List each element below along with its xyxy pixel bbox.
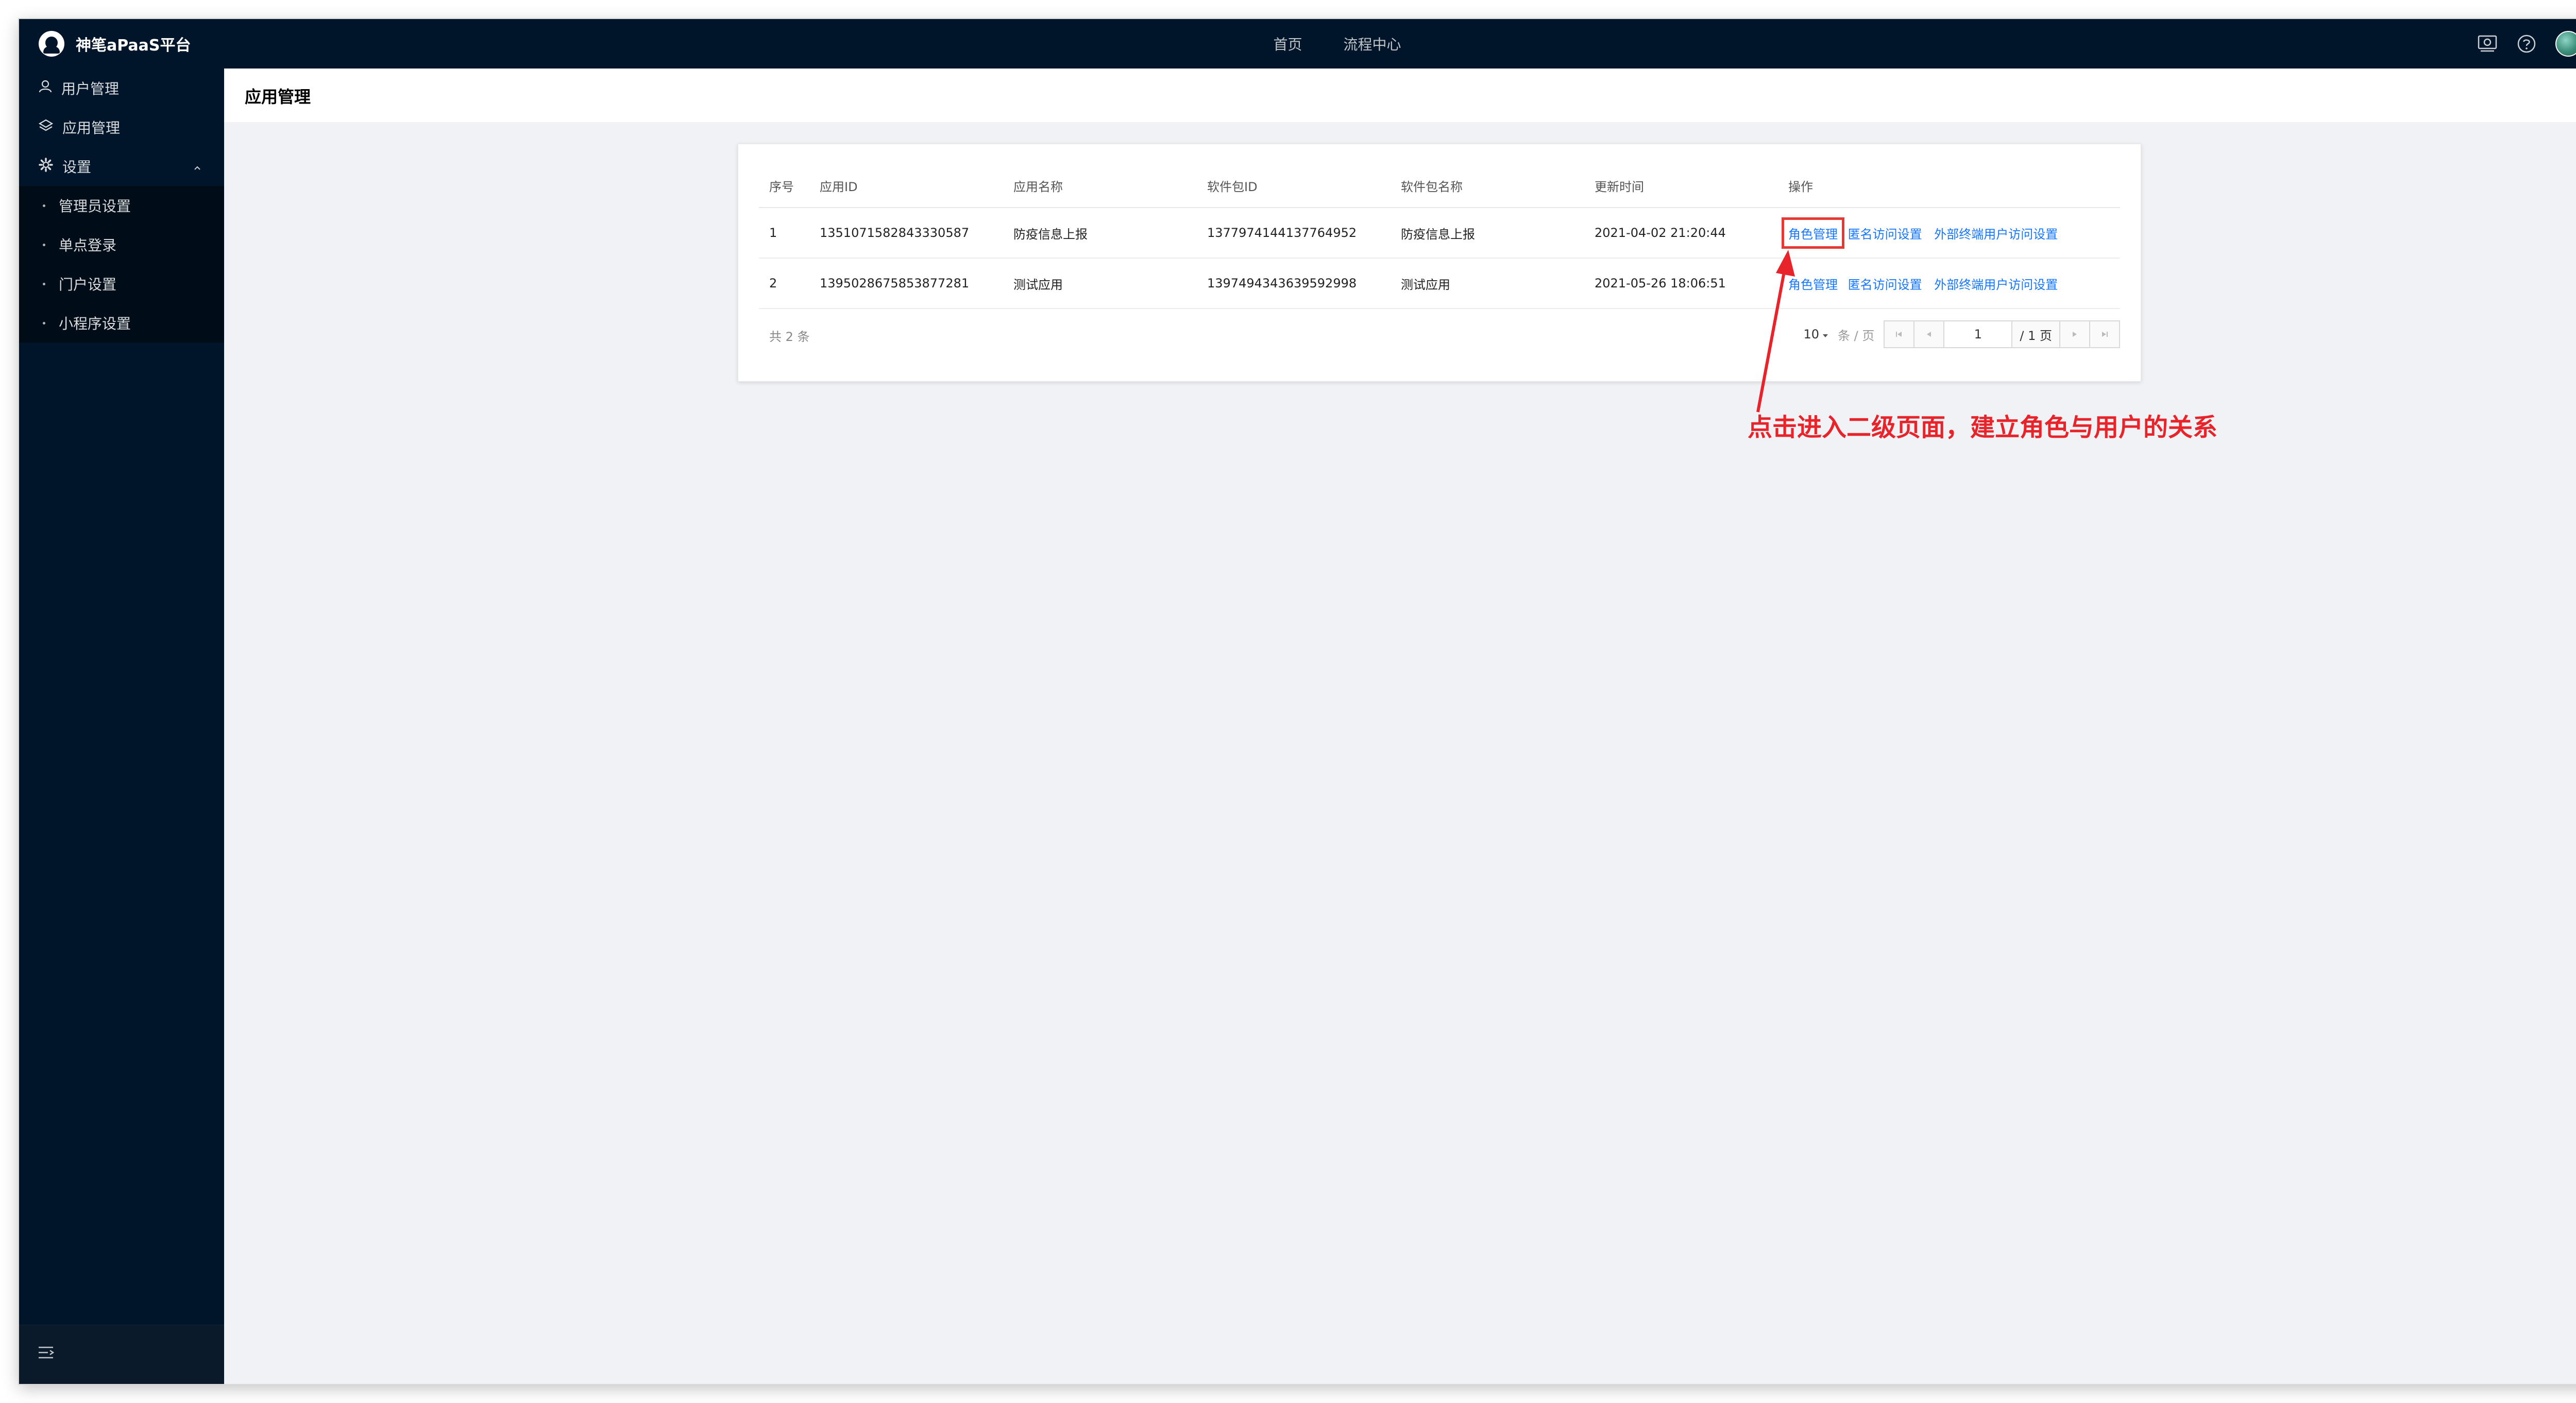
- sidebar: 用户管理 应用管理 设置 管理员设置 单点登录 门户设置 小程序设置: [19, 69, 224, 1384]
- cell-app-name: 测试应用: [1003, 258, 1197, 309]
- app-list-card: 序号 应用ID 应用名称 软件包ID 软件包名称 更新时间 操作 1 13510…: [738, 144, 2141, 382]
- sidebar-subitem-label: 小程序设置: [59, 315, 131, 332]
- cell-actions: 角色管理 匿名访问设置 外部终端用户访问设置: [1778, 258, 2120, 309]
- column-header-package-id[interactable]: 软件包ID: [1197, 164, 1391, 208]
- anonymous-access-link[interactable]: 匿名访问设置: [1848, 278, 1922, 292]
- cell-actions: 角色管理 匿名访问设置 外部终端用户访问设置: [1778, 208, 2120, 259]
- total-count: 共 2 条: [769, 330, 810, 344]
- sidebar-item-user-management[interactable]: 用户管理: [19, 69, 224, 108]
- external-user-access-link[interactable]: 外部终端用户访问设置: [1934, 278, 2058, 292]
- app-window: 神笔aPaaS平台 首页 流程中心 用户管理 应用管理 设置 管理员设置 单点登…: [19, 19, 2576, 1384]
- app-table: 序号 应用ID 应用名称 软件包ID 软件包名称 更新时间 操作 1 13510…: [759, 164, 2120, 309]
- table-header-row: 序号 应用ID 应用名称 软件包ID 软件包名称 更新时间 操作: [759, 164, 2120, 208]
- header-actions: 贾攀: [2477, 19, 2576, 69]
- top-header: 神笔aPaaS平台 首页 流程中心: [19, 19, 2576, 69]
- prev-page-icon[interactable]: [1913, 320, 1945, 348]
- column-header-app-name[interactable]: 应用名称: [1003, 164, 1197, 208]
- nav-item-workflow-center[interactable]: 流程中心: [1344, 33, 1401, 54]
- page-size-unit: 条 / 页: [1838, 328, 1875, 343]
- cell-app-id: 1351071582843330587: [809, 208, 1003, 259]
- table-row: 1 1351071582843330587 防疫信息上报 13779741441…: [759, 208, 2120, 259]
- first-page-icon[interactable]: [1884, 320, 1915, 348]
- page-number-input[interactable]: 1: [1943, 320, 2013, 348]
- sidebar-subitem-label: 门户设置: [59, 276, 117, 293]
- layers-icon: [38, 119, 54, 136]
- next-page-icon[interactable]: [2059, 320, 2090, 348]
- top-nav: 首页 流程中心: [19, 19, 2576, 69]
- table-footer: 共 2 条 10 条 / 页 1 / 1 页: [759, 319, 2120, 350]
- column-header-app-id[interactable]: 应用ID: [809, 164, 1003, 208]
- cell-package-id: 1377974144137764952: [1197, 208, 1391, 259]
- caret-down-icon: [1822, 327, 1828, 341]
- sidebar-subitem-miniprogram-settings[interactable]: 小程序设置: [19, 303, 224, 343]
- sidebar-subitem-admin-settings[interactable]: 管理员设置: [19, 186, 224, 225]
- cell-app-name: 防疫信息上报: [1003, 208, 1197, 259]
- help-icon[interactable]: [2516, 33, 2537, 54]
- sidebar-subitem-sso[interactable]: 单点登录: [19, 225, 224, 264]
- screenshot-icon[interactable]: [2477, 33, 2498, 54]
- cell-app-id: 1395028675853877281: [809, 258, 1003, 309]
- sidebar-subitem-portal-settings[interactable]: 门户设置: [19, 264, 224, 303]
- column-header-index: 序号: [759, 164, 809, 208]
- gear-icon: [39, 157, 53, 176]
- page-header: 应用管理: [224, 69, 2576, 122]
- cell-package-name: 防疫信息上报: [1391, 208, 1584, 259]
- sidebar-item-settings[interactable]: 设置: [19, 147, 224, 186]
- column-header-actions: 操作: [1778, 164, 2120, 208]
- external-user-access-link[interactable]: 外部终端用户访问设置: [1934, 227, 2058, 242]
- highlight-box: 角色管理: [1782, 217, 1844, 249]
- sidebar-item-label: 设置: [62, 159, 92, 176]
- cell-updated: 2021-04-02 21:20:44: [1584, 208, 1778, 259]
- table-row: 2 1395028675853877281 测试应用 1397494343639…: [759, 258, 2120, 309]
- avatar: [2555, 31, 2576, 57]
- cell-package-name: 测试应用: [1391, 258, 1584, 309]
- cell-index: 2: [759, 258, 809, 309]
- anonymous-access-link[interactable]: 匿名访问设置: [1848, 227, 1922, 242]
- bullet-icon: [43, 243, 45, 246]
- sidebar-item-label: 用户管理: [61, 80, 120, 97]
- bullet-icon: [43, 282, 45, 285]
- column-header-updated[interactable]: 更新时间: [1584, 164, 1778, 208]
- pagination: 10 条 / 页 1 / 1 页: [1803, 320, 2120, 348]
- total-pages: / 1 页: [2011, 320, 2060, 348]
- bullet-icon: [43, 321, 45, 324]
- cell-index: 1: [759, 208, 809, 259]
- user-menu[interactable]: 贾攀: [2555, 31, 2576, 57]
- page-size-select[interactable]: 10 条 / 页: [1803, 326, 1874, 344]
- sidebar-subitem-label: 管理员设置: [59, 198, 131, 215]
- sidebar-subitem-label: 单点登录: [59, 237, 117, 254]
- menu-collapse-icon[interactable]: [38, 1345, 56, 1363]
- sidebar-footer: [19, 1325, 224, 1384]
- column-header-package-name[interactable]: 软件包名称: [1391, 164, 1584, 208]
- page-title: 应用管理: [245, 87, 311, 107]
- role-management-link[interactable]: 角色管理: [1788, 278, 1838, 292]
- annotation-caption: 点击进入二级页面，建立角色与用户的关系: [1748, 413, 2218, 442]
- role-management-link[interactable]: 角色管理: [1788, 227, 1838, 242]
- user-icon: [39, 80, 52, 97]
- chevron-up-icon: [193, 161, 201, 174]
- sidebar-item-app-management[interactable]: 应用管理: [19, 108, 224, 147]
- settings-submenu: 管理员设置 单点登录 门户设置 小程序设置: [19, 186, 224, 343]
- cell-updated: 2021-05-26 18:06:51: [1584, 258, 1778, 309]
- cell-package-id: 1397494343639592998: [1197, 258, 1391, 309]
- bullet-icon: [43, 204, 45, 207]
- last-page-icon[interactable]: [2089, 320, 2120, 348]
- nav-item-home[interactable]: 首页: [1273, 33, 1302, 54]
- sidebar-item-label: 应用管理: [62, 119, 121, 136]
- page-size-value: 10: [1803, 327, 1820, 341]
